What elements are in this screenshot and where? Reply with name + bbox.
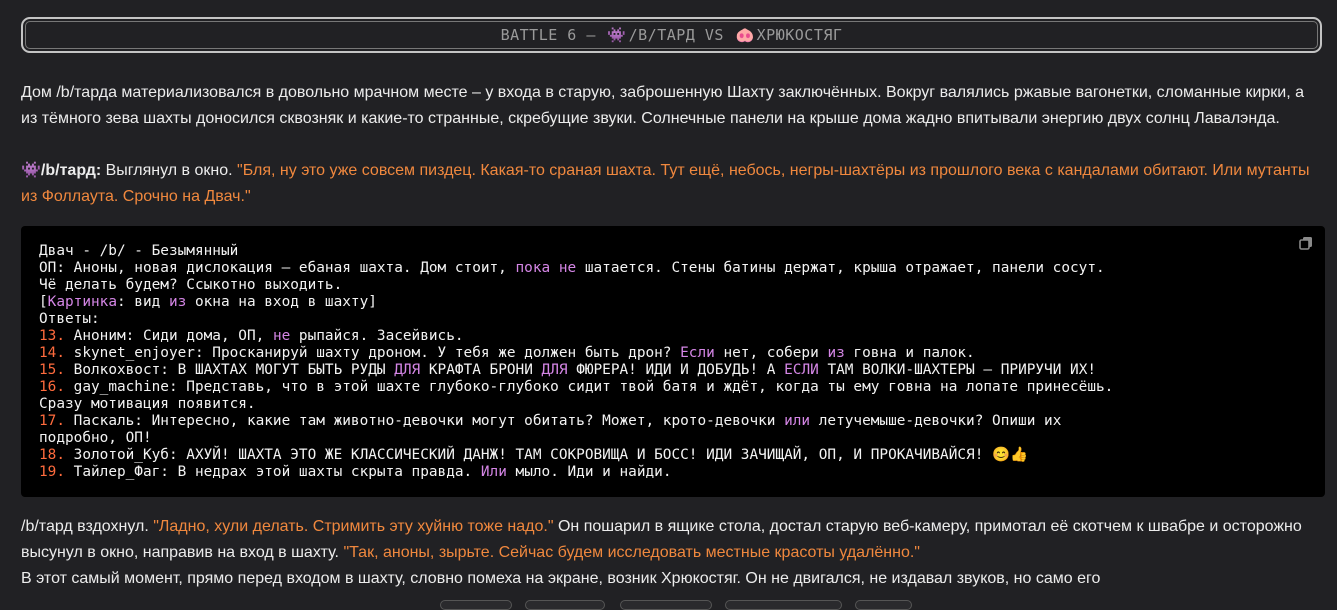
reply-15: 15. Волкохвост: В ШАХТАХ МОГУТ БЫТЬ РУДЫ… [39, 362, 1097, 378]
speaker-paragraph: 👾/b/тард: Выглянул в окно. "Бля, ну это … [21, 158, 1321, 210]
smile-thumbs-icon: 😊👍 [992, 447, 1028, 463]
outro-text-a: /b/тард вздохнул. [21, 518, 154, 535]
bottom-toolbar [0, 600, 1337, 610]
battle-prefix: BATTLE 6 – [500, 26, 596, 44]
left-fighter-name: /B/ТАРД [628, 26, 696, 44]
op-post: ОП: Аноны, новая дислокация – ебаная шах… [39, 260, 1105, 276]
toolbar-button-2[interactable] [525, 600, 605, 610]
toolbar-button-1[interactable] [440, 600, 512, 610]
reply-13: 13. Аноним: Сиди дома, ОП, не рыпайся. З… [39, 328, 464, 344]
speaker-action: Выглянул в окно. [101, 162, 238, 179]
outro-quote-2: "Так, аноны, зырьте. Сейчас будем исслед… [343, 544, 920, 561]
reply-17-cont: подробно, ОП! [39, 430, 152, 446]
alien-icon: 👾 [21, 162, 41, 179]
reply-16-cont: Сразу мотивация появится. [39, 396, 256, 412]
thread-title: Двач - /b/ - Безымянный [39, 243, 239, 259]
reply-19: 19. Тайлер_Фаг: В недрах этой шахты скры… [39, 464, 672, 480]
right-fighter-name: ХРЮКОСТЯГ [756, 26, 843, 44]
battle-header: BATTLE 6 – 👾 /B/ТАРД VS 🐽 ХРЮКОСТЯГ [21, 17, 1322, 53]
reply-14: 14. skynet_enjoyer: Просканируй шахту др… [39, 345, 975, 361]
pig-nose-icon: 🐽 [735, 26, 755, 44]
picture-line: [Картинка: вид из окна на вход в шахту] [39, 294, 377, 310]
op-post-cont: Чё делать будем? Ссыкотно выходить. [39, 277, 343, 293]
code-block: Двач - /b/ - Безымянный ОП: Аноны, новая… [21, 226, 1325, 497]
copy-icon[interactable] [1299, 236, 1313, 250]
alien-icon: 👾 [607, 26, 627, 44]
last-paragraph: В этот самый момент, прямо перед входом … [21, 570, 1101, 587]
reply-17: 17. Паскаль: Интересно, какие там животн… [39, 413, 1062, 429]
toolbar-button-3[interactable] [620, 600, 712, 610]
reply-16: 16. gay_machine: Представь, что в этой ш… [39, 379, 1114, 395]
speaker-name: /b/тард: [40, 162, 102, 179]
toolbar-button-5[interactable] [855, 600, 912, 610]
answers-label: Ответы: [39, 311, 100, 327]
toolbar-button-4[interactable] [725, 600, 842, 610]
outro-paragraph: /b/тард вздохнул. "Ладно, хули делать. С… [21, 514, 1321, 566]
reply-18: 18. Золотой_Куб: АХУЙ! ШАХТА ЭТО ЖЕ КЛАС… [39, 447, 1028, 463]
outro-quote-1: "Ладно, хули делать. Стримить эту хуйню … [153, 518, 554, 535]
intro-paragraph: Дом /b/тарда материализовался в довольно… [21, 84, 1305, 127]
vs-label: VS [704, 26, 724, 44]
